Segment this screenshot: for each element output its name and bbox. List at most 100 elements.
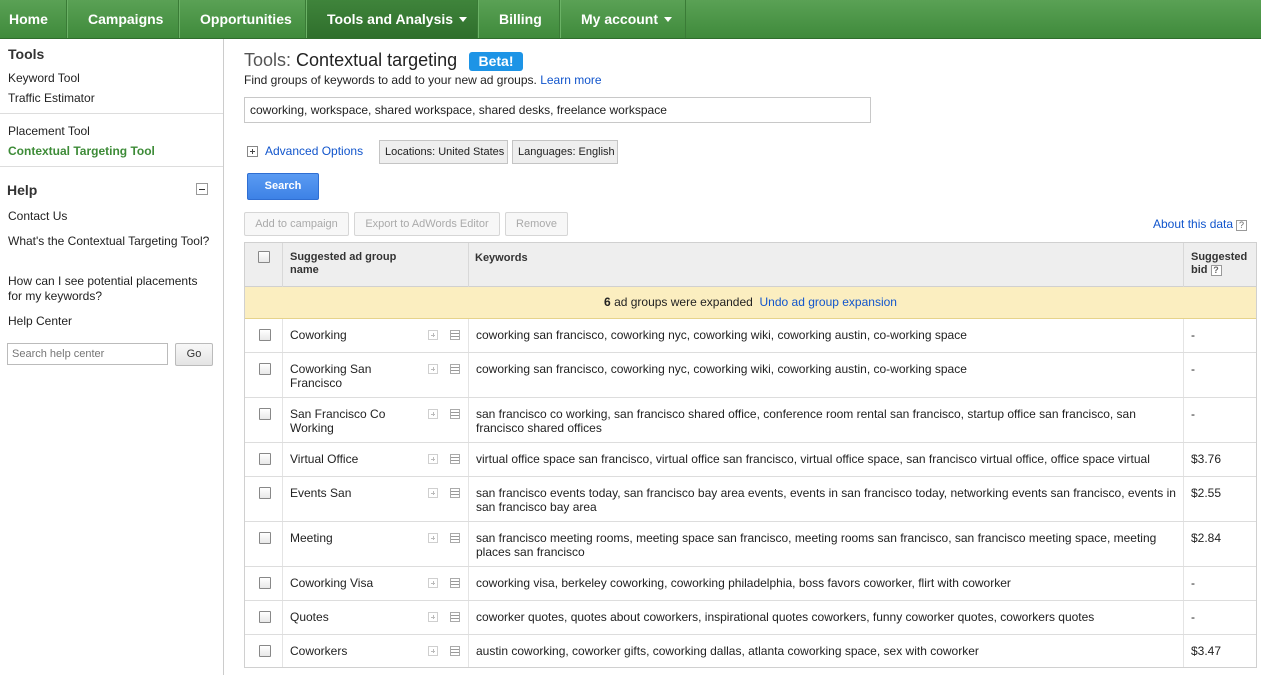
column-separator <box>1183 477 1184 521</box>
column-separator <box>1183 398 1184 442</box>
row-checkbox[interactable] <box>259 645 271 657</box>
suggested-bid: $2.84 <box>1191 531 1222 545</box>
column-separator <box>468 567 469 600</box>
row-checkbox[interactable] <box>259 453 271 465</box>
list-icon[interactable] <box>450 330 460 340</box>
column-separator <box>282 635 283 667</box>
row-checkbox[interactable] <box>259 329 271 341</box>
row-checkbox[interactable] <box>259 577 271 589</box>
banner-count: 6 <box>604 295 611 309</box>
sidebar-divider <box>0 113 223 114</box>
suggested-bid: $2.55 <box>1191 486 1222 500</box>
learn-more-link[interactable]: Learn more <box>540 73 601 87</box>
select-all-checkbox[interactable] <box>258 251 270 263</box>
nav-home-label: Home <box>9 11 48 27</box>
suggestions-table: Suggested ad group name Keywords Suggest… <box>244 242 1257 668</box>
keywords-cell: coworking san francisco, coworking nyc, … <box>476 328 967 342</box>
table-header: Suggested ad group name Keywords Suggest… <box>245 243 1256 287</box>
export-to-adwords-editor-button[interactable]: Export to AdWords Editor <box>354 212 500 236</box>
column-separator <box>282 567 283 600</box>
add-icon[interactable] <box>428 364 438 374</box>
row-checkbox[interactable] <box>259 532 271 544</box>
list-icon[interactable] <box>450 533 460 543</box>
keywords-cell: coworking visa, berkeley coworking, cowo… <box>476 576 1011 590</box>
nav-tools-and-analysis[interactable]: Tools and Analysis <box>306 0 478 38</box>
page-subtitle: Find groups of keywords to add to your n… <box>244 73 602 87</box>
sidebar-item-traffic-estimator[interactable]: Traffic Estimator <box>8 91 95 105</box>
add-to-campaign-button[interactable]: Add to campaign <box>244 212 349 236</box>
column-separator <box>468 601 469 634</box>
add-icon[interactable] <box>428 646 438 656</box>
undo-expansion-link[interactable]: Undo ad group expansion <box>760 295 897 309</box>
help-search-input[interactable] <box>7 343 168 365</box>
help-question-icon[interactable]: ? <box>1210 265 1222 276</box>
column-separator <box>1183 243 1184 287</box>
nav-opportunities-label: Opportunities <box>200 11 292 27</box>
list-icon[interactable] <box>450 409 460 419</box>
sidebar-item-help-center[interactable]: Help Center <box>8 314 72 328</box>
column-header-keywords[interactable]: Keywords <box>475 252 528 265</box>
column-separator <box>282 319 283 352</box>
banner-text: ad groups were expanded <box>614 295 753 309</box>
column-header-name[interactable]: Suggested ad group name <box>290 251 420 277</box>
add-icon[interactable] <box>428 330 438 340</box>
list-icon[interactable] <box>450 454 460 464</box>
go-button[interactable]: Go <box>175 343 213 366</box>
sidebar-item-contextual-targeting-tool[interactable]: Contextual Targeting Tool <box>8 144 155 158</box>
locations-chip[interactable]: Locations: United States <box>379 140 508 164</box>
column-separator <box>1183 567 1184 600</box>
nav-campaigns[interactable]: Campaigns <box>67 0 179 38</box>
expand-plus-icon[interactable] <box>247 146 258 157</box>
row-checkbox[interactable] <box>259 408 271 420</box>
advanced-options-link[interactable]: Advanced Options <box>265 144 363 158</box>
sidebar: Tools Keyword Tool Traffic Estimator Pla… <box>0 39 224 675</box>
column-separator <box>468 522 469 566</box>
column-separator <box>282 601 283 634</box>
column-separator <box>468 243 469 287</box>
search-button[interactable]: Search <box>247 173 319 200</box>
keywords-input[interactable] <box>244 97 871 123</box>
suggested-bid: $3.47 <box>1191 644 1222 658</box>
list-icon[interactable] <box>450 488 460 498</box>
remove-button[interactable]: Remove <box>505 212 568 236</box>
nav-billing-label: Billing <box>499 11 542 27</box>
list-icon[interactable] <box>450 612 460 622</box>
table-row: Meeting san francisco meeting rooms, mee… <box>245 522 1256 567</box>
keywords-cell: san francisco meeting rooms, meeting spa… <box>476 531 1157 559</box>
list-icon[interactable] <box>450 578 460 588</box>
collapse-icon[interactable] <box>196 183 208 195</box>
row-checkbox[interactable] <box>259 487 271 499</box>
sidebar-faq-contextual-tool[interactable]: What's the Contextual Targeting Tool? <box>8 234 213 249</box>
subtitle-text: Find groups of keywords to add to your n… <box>244 73 537 87</box>
languages-chip[interactable]: Languages: English <box>512 140 618 164</box>
add-icon[interactable] <box>428 488 438 498</box>
sidebar-item-placement-tool[interactable]: Placement Tool <box>8 124 90 138</box>
help-question-icon[interactable]: ? <box>1236 220 1248 231</box>
nav-my-account[interactable]: My account <box>560 0 686 38</box>
list-icon[interactable] <box>450 646 460 656</box>
table-row: Coworking coworking san francisco, cowor… <box>245 319 1256 353</box>
sidebar-item-keyword-tool[interactable]: Keyword Tool <box>8 71 80 85</box>
column-separator <box>282 243 283 287</box>
add-icon[interactable] <box>428 454 438 464</box>
about-this-data-link[interactable]: About this data <box>1153 217 1233 231</box>
suggested-bid: - <box>1191 328 1195 342</box>
table-row: Coworking San Francisco coworking san fr… <box>245 353 1256 398</box>
nav-opportunities[interactable]: Opportunities <box>179 0 306 38</box>
column-header-bid[interactable]: Suggested bid? <box>1191 251 1255 277</box>
add-icon[interactable] <box>428 612 438 622</box>
nav-billing[interactable]: Billing <box>478 0 560 38</box>
add-icon[interactable] <box>428 533 438 543</box>
row-checkbox[interactable] <box>259 611 271 623</box>
add-icon[interactable] <box>428 409 438 419</box>
keywords-cell: san francisco events today, san francisc… <box>476 486 1176 514</box>
list-icon[interactable] <box>450 364 460 374</box>
row-checkbox[interactable] <box>259 363 271 375</box>
page-title: Tools: Contextual targeting <box>244 50 457 71</box>
nav-home[interactable]: Home <box>0 0 67 38</box>
add-icon[interactable] <box>428 578 438 588</box>
nav-tools-label: Tools and Analysis <box>327 11 454 27</box>
sidebar-faq-placements[interactable]: How can I see potential placements for m… <box>8 274 213 304</box>
table-row: Coworkers austin coworking, coworker gif… <box>245 635 1256 667</box>
sidebar-item-contact-us[interactable]: Contact Us <box>8 209 67 223</box>
